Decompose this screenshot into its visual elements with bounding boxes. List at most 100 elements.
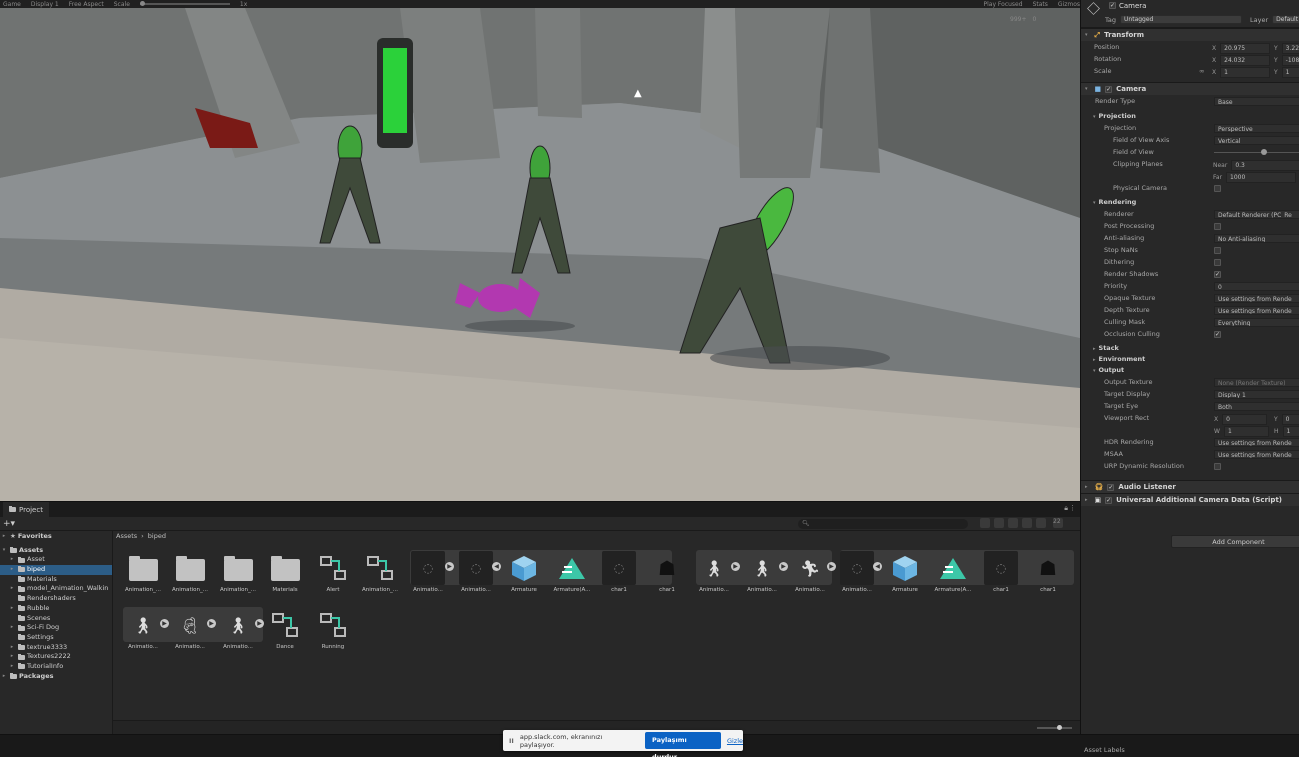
icon-size-slider[interactable] [1037,725,1072,730]
camera-component-header[interactable]: ▾ ■ ✓ Camera [1081,82,1299,95]
tree-item-rendershaders[interactable]: Rendershaders [0,594,112,604]
collapse-icon[interactable]: ◀ [492,562,501,571]
layer-dropdown[interactable]: Default [1272,15,1299,24]
filter-icon[interactable] [1008,518,1018,528]
tree-item-textures2222[interactable]: ▸ Textures2222 [0,652,112,662]
asset-item[interactable]: ◌ ▶ Animatio... [405,549,454,605]
kebab-menu-icon[interactable]: ⋮ [1069,504,1076,512]
tree-item-asset[interactable]: ▸ Asset [0,555,112,565]
add-component-button[interactable]: Add Component [1171,535,1299,548]
asset-item[interactable]: Alert [310,549,356,605]
scale-slider[interactable] [139,1,230,6]
breadcrumb-assets[interactable]: Assets [116,532,137,540]
tree-item-packages[interactable]: ▸ Packages [0,672,112,682]
tag-dropdown[interactable]: Untagged [1120,15,1243,24]
asset-item[interactable]: Armature [501,549,547,605]
stats-button[interactable]: Stats [1033,1,1048,8]
anti-aliasing-dropdown[interactable]: No Anti-aliasing [1214,234,1299,243]
audio-listener-checkbox[interactable]: ✓ [1107,483,1115,491]
warning-count[interactable]: 0 [1032,16,1036,23]
asset-item[interactable]: Armature(A... [549,549,595,605]
rendering-foldout[interactable]: ▾ Rendering [1081,197,1299,208]
output-foldout[interactable]: ▾ Output [1081,365,1299,376]
asset-item[interactable]: Animation_... [215,549,261,605]
render-type-dropdown[interactable]: Base [1214,97,1299,106]
stop-nans-checkbox[interactable] [1214,247,1221,254]
priority-field[interactable]: 0 [1214,282,1299,291]
tree-item-materials[interactable]: Materials [0,575,112,585]
culling-mask-dropdown[interactable]: Everything [1214,318,1299,327]
breadcrumb-biped[interactable]: biped [148,532,166,540]
create-button[interactable]: +▾ [3,519,15,529]
tree-item-favorites[interactable]: ▸ ★ Favorites [0,532,112,542]
game-view[interactable]: ▲ [0,8,1080,501]
environment-foldout[interactable]: ▸ Environment [1081,354,1299,365]
collapse-icon[interactable]: ◀ [873,562,882,571]
asset-item[interactable]: ◌ ◀ Animatio... [834,549,882,605]
tree-item-textrue3333[interactable]: ▸ textrue3333 [0,643,112,653]
asset-item[interactable]: 🚶︎ ▶ Animatio... [739,549,788,605]
asset-item[interactable]: ☗ char1 [1025,549,1071,605]
universal-data-checkbox[interactable]: ✓ [1105,496,1113,504]
stack-foldout[interactable]: ▸ Stack [1081,343,1299,354]
fov-slider-thumb[interactable] [1261,149,1267,155]
gizmos-button[interactable]: Gizmos [1058,1,1080,8]
transform-header[interactable]: ▾ ⤢ Transform [1081,28,1299,41]
object-name[interactable]: Camera [1119,2,1146,10]
asset-item[interactable]: Animation_... [120,549,166,605]
info-icon[interactable] [1022,518,1032,528]
msaa-dropdown[interactable]: Use settings from Rende [1214,450,1299,459]
projection-foldout[interactable]: ▾ Projection [1081,111,1299,122]
target-eye-dropdown[interactable]: Both [1214,402,1299,411]
urp-dynamic-resolution-checkbox[interactable] [1214,463,1221,470]
occlusion-culling-checkbox[interactable]: ✓ [1214,331,1221,338]
project-tab[interactable]: Project [3,502,49,517]
hdr-rendering-dropdown[interactable]: Use settings from Rende [1214,438,1299,447]
active-checkbox[interactable]: ✓ [1109,2,1116,9]
scale-y-field[interactable]: 1 [1281,67,1299,78]
hide-link[interactable]: Gizle [727,737,743,745]
stop-sharing-button[interactable]: Paylaşımı durdur [645,732,721,757]
constrain-link-icon[interactable]: ∞ [1199,65,1204,77]
asset-item[interactable]: 🏃︎ ▶ Animatio... [787,549,836,605]
fov-axis-dropdown[interactable]: Vertical [1214,136,1299,145]
audio-listener-header[interactable]: ▸ 🎧︎ ✓ Audio Listener [1081,480,1299,493]
physical-camera-checkbox[interactable] [1214,185,1221,192]
tree-item-assets[interactable]: ▾ Assets [0,546,112,556]
renderer-dropdown[interactable]: Default Renderer (PC_Re [1214,210,1299,219]
render-shadows-checkbox[interactable]: ✓ [1214,271,1221,278]
play-mode-dropdown[interactable]: Play Focused [984,1,1023,8]
aspect-dropdown[interactable]: Free Aspect [69,1,104,8]
post-processing-checkbox[interactable] [1214,223,1221,230]
output-texture-field[interactable]: None (Render Texture) [1214,378,1299,387]
opaque-texture-dropdown[interactable]: Use settings from Rende [1214,294,1299,303]
asset-item[interactable]: Dance [262,606,308,662]
lock-icon[interactable]: 🔒︎ [1064,504,1068,513]
scale-x-field[interactable]: 1 [1220,67,1271,78]
asset-item[interactable]: Armature(A... [930,549,976,605]
tree-item-biped[interactable]: ▸ biped [0,565,112,575]
game-tab[interactable]: Game [3,1,21,8]
favorite-star-icon[interactable] [1036,518,1046,528]
tree-item-scifi-dog[interactable]: ▸ Sci-Fi Dog [0,623,112,633]
tree-item-settings[interactable]: Settings [0,633,112,643]
asset-item[interactable]: Materials [262,549,308,605]
asset-item[interactable]: Running [310,606,356,662]
tree-item-tutorialinfo[interactable]: ▸ TutorialInfo [0,662,112,672]
console-count[interactable]: 999+ [1010,16,1026,23]
asset-item[interactable]: ◌ char1 [978,549,1024,605]
target-display-dropdown[interactable]: Display 1 [1214,390,1299,399]
asset-item[interactable]: Animation_... [167,549,213,605]
dithering-checkbox[interactable] [1214,259,1221,266]
asset-item[interactable]: Animation_... [357,549,403,605]
camera-enabled-checkbox[interactable]: ✓ [1105,85,1113,93]
asset-item[interactable]: 🚶︎ ▶ Animatio... [691,549,740,605]
fov-slider[interactable] [1214,152,1299,153]
search-by-label-icon[interactable] [994,518,1004,528]
asset-item[interactable]: 🕺︎ ▶ Animatio... [167,606,216,662]
asset-item[interactable]: 🚶︎ ▶ Animatio... [215,606,264,662]
asset-item[interactable]: ☗ char1 [644,549,690,605]
project-search-input[interactable]: 🔍︎ [798,519,968,529]
projection-dropdown[interactable]: Perspective [1214,124,1299,133]
universal-data-header[interactable]: ▸ ▣ ✓ Universal Additional Camera Data (S… [1081,493,1299,506]
